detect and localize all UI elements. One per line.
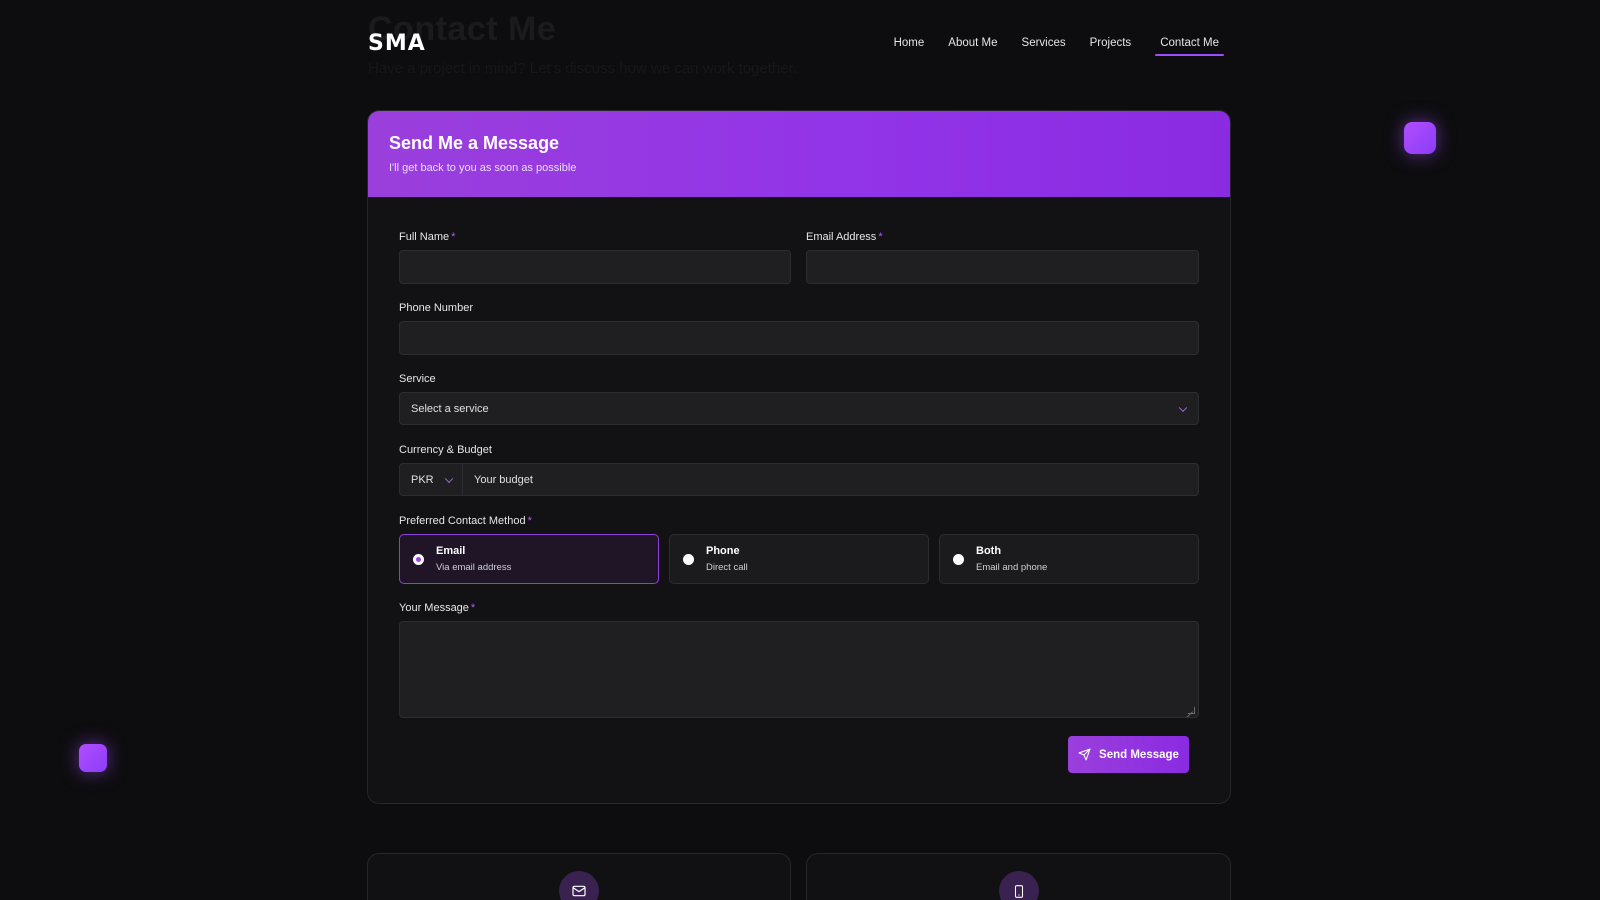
- budget-input-placeholder: Your budget: [474, 473, 533, 486]
- phone-icon: [999, 871, 1039, 900]
- contact-method-email[interactable]: Email Via email address: [399, 534, 659, 584]
- contact-method-phone-desc: Direct call: [706, 562, 748, 573]
- ghost-page-subtitle: Have a project in mind? Let's discuss ho…: [368, 60, 797, 77]
- info-card-phone: [806, 853, 1231, 900]
- contact-form-card: Send Me a Message I'll get back to you a…: [367, 110, 1231, 804]
- full-name-label: Full Name *: [399, 231, 456, 243]
- contact-method-email-title: Email: [436, 545, 466, 557]
- send-icon: [1078, 748, 1091, 761]
- nav-services[interactable]: Services: [1022, 33, 1066, 53]
- message-label: Your Message *: [399, 602, 476, 614]
- currency-select-value: PKR: [411, 473, 434, 486]
- nav-home[interactable]: Home: [894, 33, 925, 53]
- chevron-down-icon: [1178, 403, 1188, 412]
- decorative-square-bottom-left: [79, 744, 107, 772]
- radio-button[interactable]: [683, 553, 694, 565]
- nav-contact-me[interactable]: Contact Me: [1155, 33, 1224, 56]
- contact-method-phone-text: Phone Direct call: [706, 545, 748, 573]
- radio-button-selected[interactable]: [413, 553, 424, 565]
- radio-button[interactable]: [953, 553, 964, 565]
- info-card-email: [367, 853, 791, 900]
- mail-icon: [559, 871, 599, 900]
- form-title: Send Me a Message: [389, 133, 560, 153]
- email-address-input[interactable]: [806, 250, 1199, 284]
- decorative-square-top-right: [1404, 122, 1436, 154]
- phone-number-input[interactable]: [399, 321, 1199, 355]
- main-nav: Home About Me Services Projects Contact …: [894, 33, 1224, 56]
- contact-page: Contact Me Have a project in mind? Let's…: [0, 0, 1600, 900]
- contact-method-both[interactable]: Both Email and phone: [939, 534, 1199, 584]
- nav-projects[interactable]: Projects: [1090, 33, 1132, 53]
- contact-method-phone[interactable]: Phone Direct call: [669, 534, 929, 584]
- site-header: SMA Home About Me Services Projects Cont…: [368, 26, 1224, 60]
- budget-input[interactable]: Your budget: [462, 463, 1199, 496]
- nav-about-me[interactable]: About Me: [948, 33, 997, 53]
- contact-method-both-text: Both Email and phone: [976, 545, 1047, 573]
- full-name-input[interactable]: [399, 250, 791, 284]
- message-textarea[interactable]: [399, 621, 1199, 718]
- contact-method-email-text: Email Via email address: [436, 545, 511, 573]
- site-logo[interactable]: SMA: [368, 31, 426, 56]
- currency-select[interactable]: PKR: [399, 463, 463, 496]
- contact-method-both-title: Both: [976, 545, 1002, 557]
- currency-budget-label: Currency & Budget: [399, 444, 492, 456]
- email-address-label: Email Address *: [806, 231, 883, 243]
- service-select-value: Select a service: [411, 402, 489, 415]
- phone-number-label: Phone Number: [399, 302, 473, 314]
- service-label: Service: [399, 373, 436, 385]
- resize-handle-icon[interactable]: [1188, 707, 1195, 714]
- contact-method-label: Preferred Contact Method *: [399, 515, 532, 527]
- form-subtitle: I'll get back to you as soon as possible: [389, 162, 577, 174]
- contact-method-both-desc: Email and phone: [976, 562, 1048, 573]
- send-message-label: Send Message: [1099, 748, 1179, 761]
- send-message-button[interactable]: Send Message: [1068, 736, 1189, 773]
- contact-method-email-desc: Via email address: [436, 562, 512, 573]
- service-select[interactable]: Select a service: [399, 392, 1199, 425]
- chevron-down-icon: [444, 474, 454, 483]
- form-header: Send Me a Message I'll get back to you a…: [368, 111, 1230, 197]
- contact-method-phone-title: Phone: [706, 545, 740, 557]
